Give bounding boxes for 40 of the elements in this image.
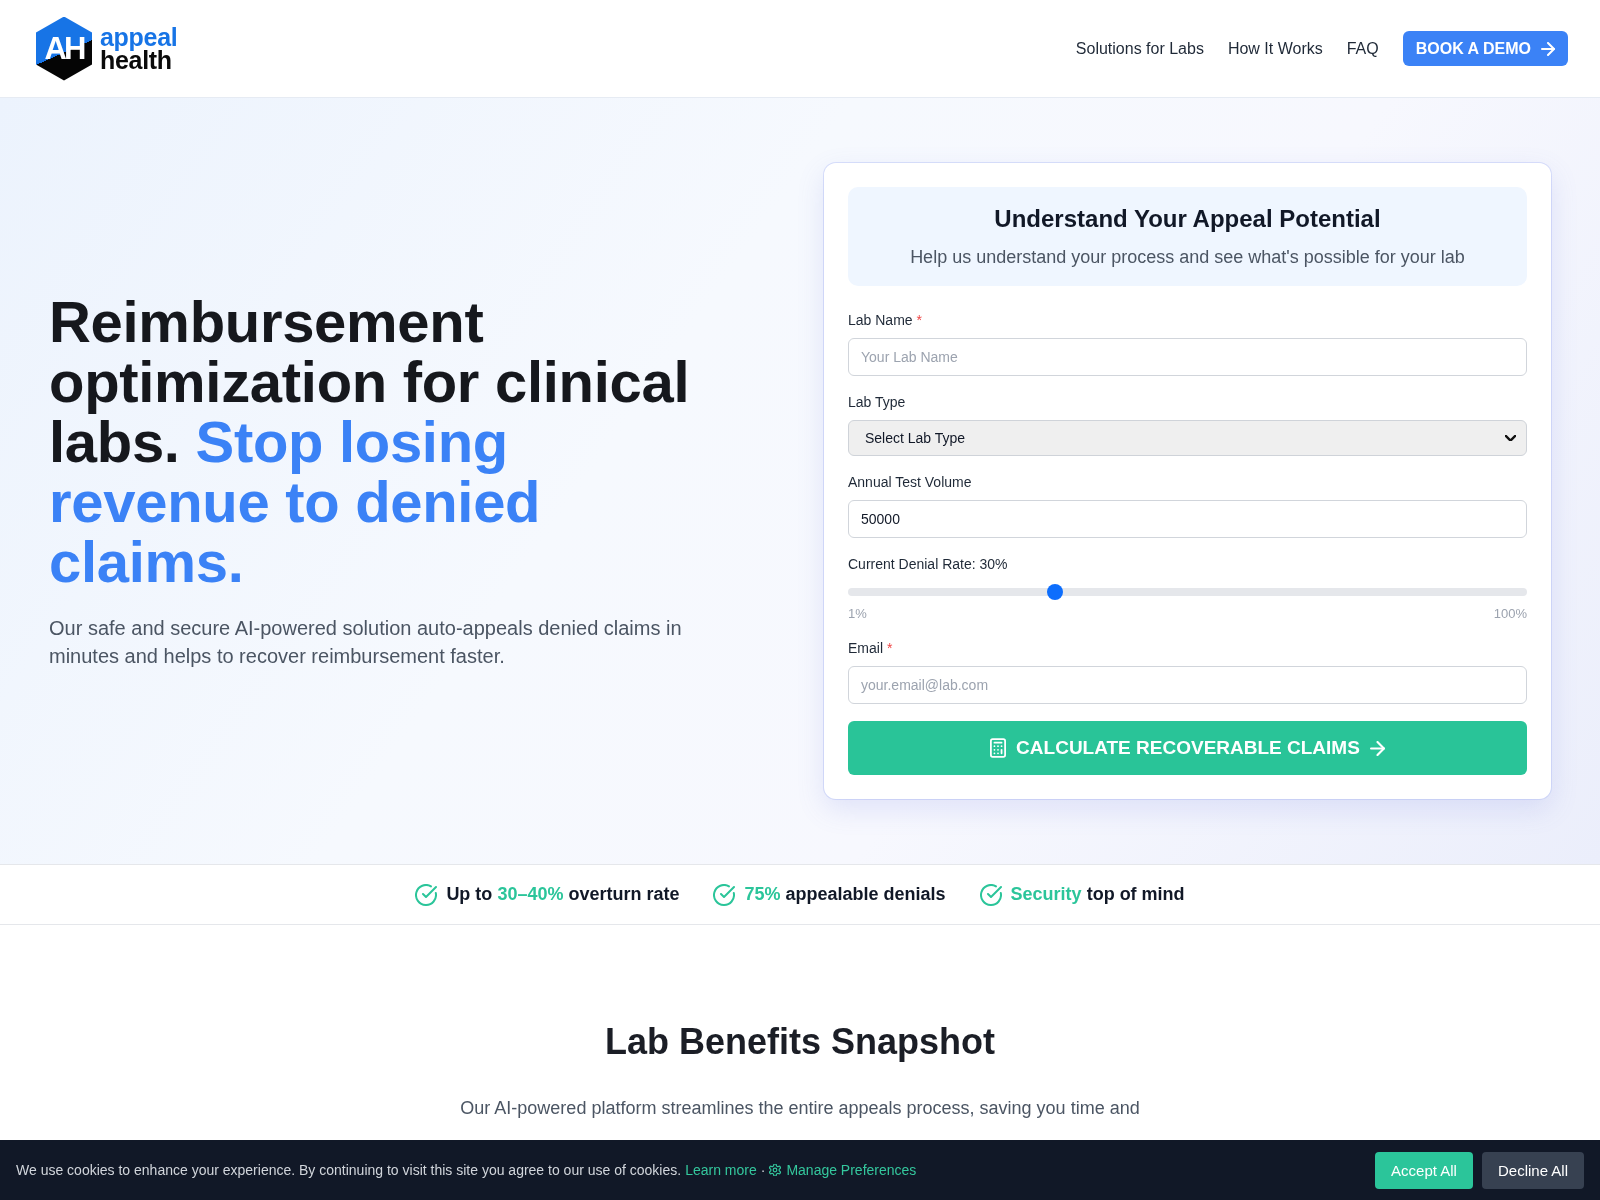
gear-icon (769, 1164, 782, 1176)
nav-link[interactable]: How It Works (1227, 39, 1323, 58)
slider-min-label: 1% (848, 606, 867, 622)
field-label: Annual Test Volume (848, 473, 972, 492)
highlight-text: Security top of mind (1010, 884, 1185, 905)
section-description: Our AI-powered platform streamlines the entire appeals process, saving you time and (459, 1097, 1141, 1120)
check-circle-icon (979, 883, 1002, 906)
hero-heading: Reimbursement optimization for clinical labs. Stop losing revenue to denied claims. (49, 292, 691, 592)
check-circle-icon (415, 883, 438, 906)
manage-preferences-link[interactable]: Manage Preferences (769, 1162, 917, 1178)
check-circle-icon (713, 883, 736, 906)
dot-separator: · (760, 1162, 766, 1178)
field-label: Email (848, 639, 883, 658)
field-label: Current Denial Rate: 30% (848, 555, 1008, 574)
nav-link[interactable]: Solutions for Labs (1075, 39, 1204, 58)
field-label: Lab Name (848, 311, 913, 330)
required-asterisk: * (887, 639, 893, 658)
logo-text: appeal (100, 25, 178, 49)
cookie-message: We use cookies to enhance your experience. By continuing to visit this site you agree to our use of cookies. (16, 1162, 682, 1178)
slider-thumb[interactable] (1046, 584, 1063, 600)
nav-link[interactable]: FAQ (1346, 39, 1379, 58)
hero-description: Our safe and secure AI-powered solution auto-appeals denied claims in minutes and helps to recover reimbursement faster. (49, 616, 683, 669)
highlight-text: Up to 30–40% overturn rate (446, 884, 680, 905)
decline-button[interactable]: Decline All (1481, 1151, 1584, 1189)
form-subtitle: Help us understand your process and see what's possible for your lab (909, 246, 1466, 269)
form-title: Understand Your Appeal Potential (993, 205, 1382, 233)
lab-type-select[interactable]: Select Lab Type (848, 420, 1527, 456)
chevron-down-icon (1505, 434, 1516, 442)
input-field[interactable]: your.email@lab.com (848, 666, 1527, 704)
required-asterisk: * (916, 311, 923, 330)
learn-more-link[interactable]: Learn more (685, 1162, 757, 1178)
book-demo-button[interactable]: BOOK A DEMO (1402, 31, 1568, 66)
input-field[interactable]: Your Lab Name (848, 338, 1527, 376)
section-title: Lab Benefits Snapshot (603, 1020, 996, 1064)
slider-max-label: 100% (1493, 606, 1527, 622)
input-field[interactable]: 50000 (848, 500, 1527, 538)
arrow-right-icon (1541, 41, 1555, 56)
calculator-icon (990, 738, 1007, 758)
field-label: Lab Type (848, 393, 906, 412)
highlight-text: 75% appealable denials (744, 884, 946, 905)
